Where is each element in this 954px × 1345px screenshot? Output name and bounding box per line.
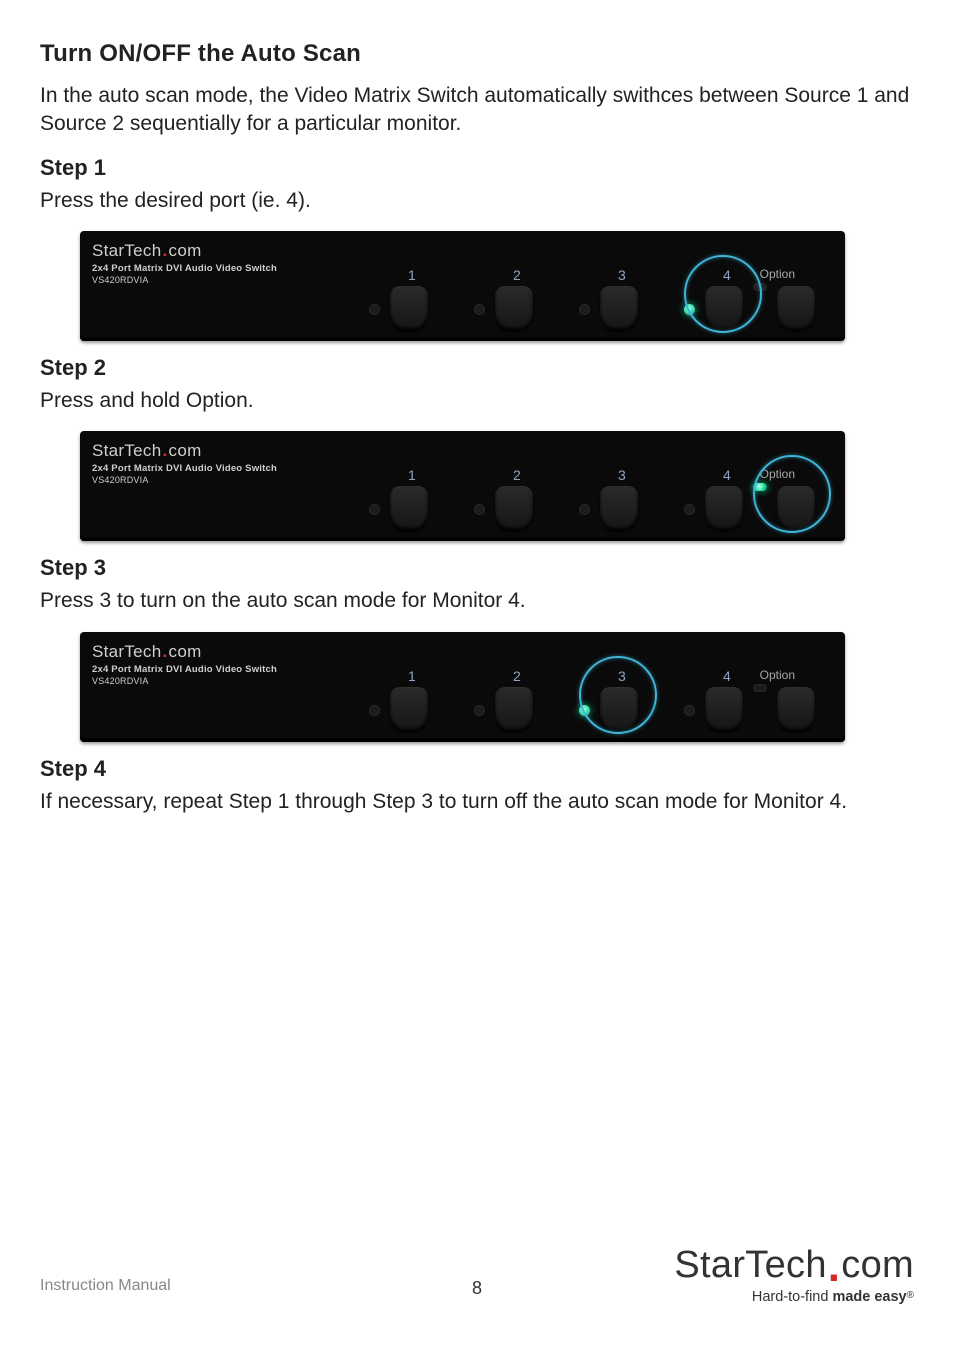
- footer-brand: StarTech.com: [674, 1244, 914, 1287]
- device-brand: StarTech.com: [92, 441, 202, 461]
- section-intro: In the auto scan mode, the Video Matrix …: [40, 82, 914, 139]
- port1-label: 1: [408, 668, 416, 684]
- option-button[interactable]: [777, 486, 815, 530]
- footer-logo: StarTech.com Hard-to-find made easy®: [674, 1244, 914, 1305]
- port4-led-icon: [684, 705, 695, 716]
- step2-heading: Step 2: [40, 355, 914, 381]
- port1-label: 1: [408, 267, 416, 283]
- port1-led-icon: [369, 705, 380, 716]
- step1-figure: StarTech.com 2x4 Port Matrix DVI Audio V…: [40, 231, 914, 341]
- step3-text: Press 3 to turn on the auto scan mode fo…: [40, 587, 914, 615]
- device-subtitle: 2x4 Port Matrix DVI Audio Video SwitchVS…: [92, 263, 277, 286]
- brand-dot-icon: .: [162, 241, 169, 260]
- port3-led-icon: [579, 504, 590, 515]
- port3-label: 3: [618, 267, 626, 283]
- port4-button[interactable]: [705, 286, 743, 330]
- section-heading: Turn ON/OFF the Auto Scan: [40, 40, 914, 68]
- port2-led-icon: [474, 705, 485, 716]
- port2-label: 2: [513, 467, 521, 483]
- device-subtitle: 2x4 Port Matrix DVI Audio Video SwitchVS…: [92, 664, 277, 687]
- device-panel: StarTech.com 2x4 Port Matrix DVI Audio V…: [80, 431, 845, 541]
- port4-led-icon: [684, 304, 695, 315]
- option-label: Option: [760, 668, 795, 682]
- port3-button[interactable]: [600, 687, 638, 731]
- port1-button[interactable]: [390, 687, 428, 731]
- port2-button[interactable]: [495, 286, 533, 330]
- port3-button[interactable]: [600, 286, 638, 330]
- port4-button[interactable]: [705, 687, 743, 731]
- page-number: 8: [472, 1278, 482, 1299]
- port1-label: 1: [408, 467, 416, 483]
- brand-dot-icon: .: [162, 441, 169, 460]
- option-led-icon: [753, 483, 767, 491]
- step2-text: Press and hold Option.: [40, 387, 914, 415]
- port1-led-icon: [369, 504, 380, 515]
- option-led-icon: [753, 283, 767, 291]
- port2-button[interactable]: [495, 687, 533, 731]
- port4-label: 4: [723, 668, 731, 684]
- step4-heading: Step 4: [40, 756, 914, 782]
- device-brand: StarTech.com: [92, 241, 202, 261]
- port4-button[interactable]: [705, 486, 743, 530]
- footer-manual-label: Instruction Manual: [40, 1277, 171, 1295]
- port2-label: 2: [513, 267, 521, 283]
- option-led-icon: [753, 684, 767, 692]
- port3-label: 3: [618, 467, 626, 483]
- device-brand: StarTech.com: [92, 642, 202, 662]
- device-panel: StarTech.com 2x4 Port Matrix DVI Audio V…: [80, 231, 845, 341]
- step4-text: If necessary, repeat Step 1 through Step…: [40, 788, 914, 816]
- port2-label: 2: [513, 668, 521, 684]
- port4-label: 4: [723, 267, 731, 283]
- footer-tagline: Hard-to-find made easy®: [674, 1289, 914, 1305]
- port1-button[interactable]: [390, 286, 428, 330]
- port3-led-icon: [579, 304, 590, 315]
- brand-dot-icon: .: [827, 1242, 842, 1291]
- port3-label: 3: [618, 668, 626, 684]
- port1-led-icon: [369, 304, 380, 315]
- page-footer: Instruction Manual 8 StarTech.com Hard-t…: [40, 1215, 914, 1305]
- step3-figure: StarTech.com 2x4 Port Matrix DVI Audio V…: [40, 632, 914, 742]
- port2-button[interactable]: [495, 486, 533, 530]
- option-button[interactable]: [777, 687, 815, 731]
- step1-text: Press the desired port (ie. 4).: [40, 187, 914, 215]
- device-panel: StarTech.com 2x4 Port Matrix DVI Audio V…: [80, 632, 845, 742]
- port2-led-icon: [474, 304, 485, 315]
- step1-heading: Step 1: [40, 155, 914, 181]
- option-label: Option: [760, 267, 795, 281]
- port3-button[interactable]: [600, 486, 638, 530]
- port1-button[interactable]: [390, 486, 428, 530]
- option-label: Option: [760, 467, 795, 481]
- step2-figure: StarTech.com 2x4 Port Matrix DVI Audio V…: [40, 431, 914, 541]
- port4-led-icon: [684, 504, 695, 515]
- brand-dot-icon: .: [162, 642, 169, 661]
- manual-page: Turn ON/OFF the Auto Scan In the auto sc…: [0, 0, 954, 1345]
- port2-led-icon: [474, 504, 485, 515]
- port3-led-icon: [579, 705, 590, 716]
- step3-heading: Step 3: [40, 555, 914, 581]
- port4-label: 4: [723, 467, 731, 483]
- device-subtitle: 2x4 Port Matrix DVI Audio Video SwitchVS…: [92, 463, 277, 486]
- option-button[interactable]: [777, 286, 815, 330]
